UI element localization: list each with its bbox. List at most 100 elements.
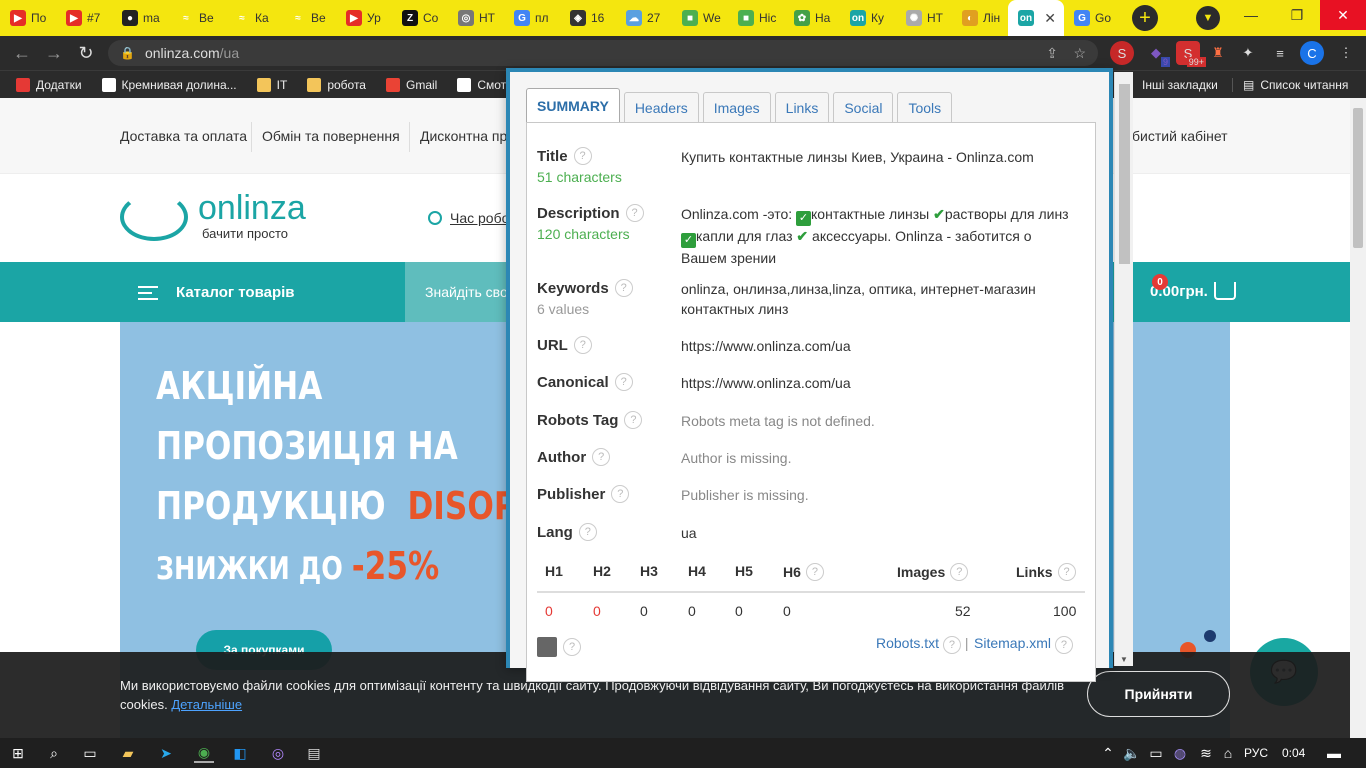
browser-tab[interactable]: G Go: [1064, 0, 1120, 36]
help-icon[interactable]: ?: [573, 336, 592, 354]
help-icon[interactable]: ?: [942, 636, 961, 654]
browser-tab[interactable]: ◎ НТ: [448, 0, 504, 36]
clock[interactable]: 0:04: [1282, 746, 1305, 760]
bookmark-item[interactable]: Додатки: [6, 77, 92, 92]
reload-button[interactable]: ↻: [70, 43, 102, 64]
page-scrollbar[interactable]: [1350, 98, 1366, 738]
file-explorer-icon[interactable]: ▰: [118, 743, 138, 763]
browser-tab[interactable]: ▶ #7: [56, 0, 112, 36]
sitemap-link[interactable]: Sitemap.xml: [974, 635, 1051, 651]
browser-tab[interactable]: ✿ На: [784, 0, 840, 36]
help-icon[interactable]: ?: [614, 279, 633, 297]
tab-tools[interactable]: Tools: [897, 92, 953, 122]
scroll-down-arrow-icon[interactable]: ▼: [1120, 655, 1128, 664]
menu-icon[interactable]: ⋮: [1334, 41, 1358, 65]
viber-icon[interactable]: ◍: [1170, 743, 1190, 763]
share-icon[interactable]: ⇪: [1046, 45, 1058, 62]
app-icon[interactable]: ◎: [268, 743, 288, 763]
extension-gem-icon[interactable]: ◆ 9: [1144, 41, 1170, 67]
help-icon[interactable]: ?: [1057, 563, 1076, 581]
new-tab-button[interactable]: +: [1132, 5, 1158, 31]
windows-start-icon[interactable]: ⊞: [8, 743, 28, 763]
browser-tab[interactable]: Z Со: [392, 0, 448, 36]
browser-tab[interactable]: ◈ 16: [560, 0, 616, 36]
battery-icon[interactable]: ▭: [1146, 743, 1166, 763]
browser-tab[interactable]: on ✕: [1008, 0, 1064, 36]
notifications-icon[interactable]: ▬: [1324, 743, 1344, 763]
tab-close-icon[interactable]: ✕: [1044, 10, 1056, 27]
minimize-button[interactable]: —: [1228, 0, 1274, 30]
help-icon[interactable]: ?: [805, 563, 824, 581]
help-icon[interactable]: ?: [611, 485, 630, 503]
browser-tab[interactable]: ◐ Лін: [952, 0, 1008, 36]
wifi-icon[interactable]: ≋: [1196, 743, 1216, 763]
vscode-icon[interactable]: ◧: [230, 743, 250, 763]
browser-tab[interactable]: ● ma: [112, 0, 168, 36]
task-view-icon[interactable]: ▭: [80, 743, 100, 763]
input-language[interactable]: РУС: [1244, 746, 1268, 760]
help-icon[interactable]: ?: [624, 411, 643, 429]
tab-summary[interactable]: SUMMARY: [526, 88, 620, 122]
help-icon[interactable]: ?: [563, 638, 581, 656]
reading-list[interactable]: ▤ Список читання: [1232, 77, 1358, 92]
site-logo[interactable]: onlinza бачити просто: [120, 191, 306, 241]
tab-links[interactable]: Links: [774, 92, 830, 122]
help-icon[interactable]: ?: [625, 204, 644, 222]
media-control-icon[interactable]: ≡: [1268, 41, 1292, 65]
browser-tab[interactable]: ≈ Ве: [168, 0, 224, 36]
bookmark-item[interactable]: Кремнивая долина...: [92, 77, 247, 92]
help-icon[interactable]: ?: [1054, 636, 1073, 654]
browser-tab[interactable]: ✺ НТ: [896, 0, 952, 36]
cart-button[interactable]: 0 0.00грн.: [1150, 274, 1236, 300]
menu-account[interactable]: бистий кабінет: [1132, 128, 1228, 144]
cookie-accept-button[interactable]: Прийняти: [1087, 671, 1230, 717]
browser-tab[interactable]: Gпл: [504, 0, 560, 36]
tray-expand-icon[interactable]: ⌃: [1098, 743, 1118, 763]
extension-red-icon[interactable]: S: [1110, 41, 1134, 65]
bookmark-star-icon[interactable]: ☆: [1073, 45, 1086, 62]
robots-txt-link[interactable]: Robots.txt: [876, 635, 939, 651]
cookie-more-link[interactable]: Детальніше: [171, 697, 242, 712]
menu-delivery[interactable]: Доставка та оплата: [120, 128, 247, 144]
tab-headers[interactable]: Headers: [623, 92, 699, 122]
extensions-puzzle-icon[interactable]: ✦: [1236, 41, 1260, 65]
back-button[interactable]: ←: [6, 43, 38, 64]
other-bookmarks[interactable]: Інші закладки: [1132, 78, 1228, 92]
tab-social[interactable]: Social: [833, 92, 894, 122]
browser-tab[interactable]: ≈ Ве: [280, 0, 336, 36]
browser-tab[interactable]: ▶ По: [0, 0, 56, 36]
help-icon[interactable]: ?: [614, 373, 633, 391]
notepad-icon[interactable]: ▤: [304, 743, 324, 763]
search-icon[interactable]: ⌕: [44, 743, 64, 763]
bookmark-item[interactable]: Gmail: [376, 77, 447, 92]
browser-tab[interactable]: ☁ 27: [616, 0, 672, 36]
bookmark-item[interactable]: IT: [247, 77, 298, 92]
network-icon[interactable]: ⌂: [1218, 743, 1238, 763]
close-window-button[interactable]: ✕: [1320, 0, 1366, 30]
popup-scrollbar[interactable]: ▼: [1114, 72, 1133, 666]
telegram-icon[interactable]: ➤: [156, 743, 176, 763]
site-search-input[interactable]: Знайдіть сво: [405, 262, 515, 322]
help-icon[interactable]: ?: [592, 448, 611, 466]
bookmark-item[interactable]: робота: [297, 77, 376, 92]
help-icon[interactable]: ?: [573, 147, 592, 165]
catalog-button[interactable]: Каталог товарів: [138, 284, 295, 301]
menu-discount[interactable]: Дисконтна пр: [420, 128, 507, 144]
restore-button[interactable]: ❐: [1274, 0, 1320, 30]
chrome-icon[interactable]: ◉: [194, 743, 214, 763]
extension-figure-icon[interactable]: ♜: [1206, 41, 1230, 65]
scrollbar-thumb[interactable]: [1353, 108, 1363, 248]
address-bar[interactable]: 🔒 onlinza.com/ua ⇪ ☆: [108, 40, 1098, 66]
profile-avatar[interactable]: C: [1300, 41, 1324, 65]
browser-tab[interactable]: on Ку: [840, 0, 896, 36]
browser-tab[interactable]: ≈ Ка: [224, 0, 280, 36]
chart-icon[interactable]: [537, 637, 557, 657]
browser-tab[interactable]: ▶ Ур: [336, 0, 392, 36]
browser-tab[interactable]: ■ We: [672, 0, 728, 36]
help-icon[interactable]: ?: [578, 523, 597, 541]
forward-button[interactable]: →: [38, 43, 70, 64]
menu-returns[interactable]: Обмін та повернення: [262, 128, 400, 144]
volume-icon[interactable]: 🔈: [1122, 743, 1142, 763]
tab-search-button[interactable]: ▼: [1196, 6, 1220, 30]
popup-scrollbar-thumb[interactable]: [1119, 84, 1130, 264]
